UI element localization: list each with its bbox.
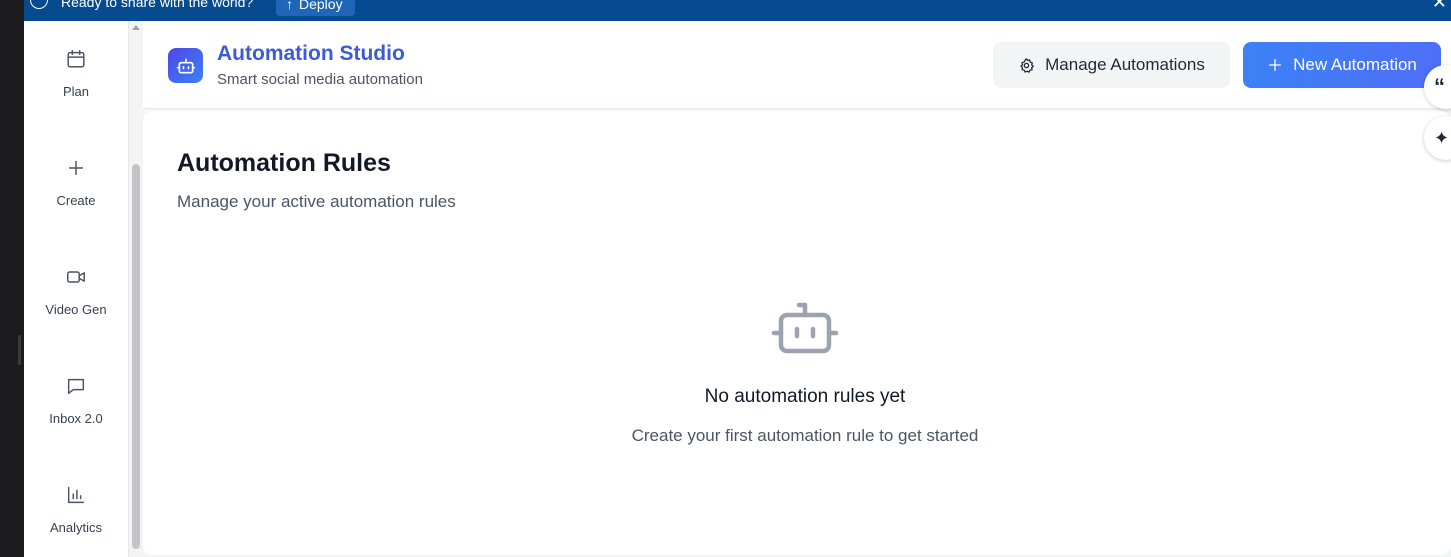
sidebar-item-label: Analytics [49, 520, 103, 535]
sidebar-item-label: Plan [62, 84, 90, 99]
empty-state-title: No automation rules yet [704, 386, 906, 407]
plus-icon [1269, 59, 1282, 71]
app-subtitle: Smart social media automation [217, 71, 423, 88]
scroll-up-arrow-icon[interactable] [132, 25, 140, 30]
automation-rules-card: Automation Rules Manage your active auto… [143, 111, 1451, 555]
new-automation-label: New Automation [1293, 55, 1417, 74]
bar-chart-icon [67, 486, 85, 504]
scrollbar-thumb[interactable] [132, 164, 140, 549]
sidebar-scrollbar[interactable] [128, 21, 143, 557]
deploy-banner: Ready to share with the world? ↑ Deploy … [24, 0, 1451, 21]
info-icon [30, 0, 48, 9]
banner-text: Ready to share with the world? [61, 0, 254, 10]
app-title: Automation Studio [217, 42, 405, 65]
section-title: Automation Rules [177, 149, 391, 177]
quote-icon: “ [1434, 74, 1445, 99]
sidebar-item-inbox[interactable]: Inbox 2.0 [24, 375, 128, 455]
new-automation-button[interactable]: New Automation [1243, 42, 1441, 88]
gear-icon [1020, 57, 1035, 73]
page-header: Automation Studio Smart social media aut… [143, 21, 1451, 109]
sidebar-item-plan[interactable]: Plan [24, 48, 128, 128]
resize-handle[interactable] [18, 335, 21, 365]
close-icon[interactable]: ✕ [1432, 0, 1447, 13]
main-area: Automation Studio Smart social media aut… [143, 21, 1451, 557]
manage-automations-label: Manage Automations [1045, 55, 1205, 74]
sidebar-item-video-gen[interactable]: Video Gen [24, 266, 128, 346]
section-subtitle: Manage your active automation rules [177, 192, 456, 211]
bot-icon [771, 302, 839, 354]
bot-icon [176, 58, 195, 73]
empty-state-subtitle: Create your first automation rule to get… [631, 426, 979, 445]
app-logo [168, 48, 203, 83]
plus-icon [68, 160, 84, 176]
sidebar: Plan Create Video Gen Inbox 2.0 Analytic… [24, 21, 128, 557]
sidebar-item-label: Create [56, 193, 96, 208]
video-icon [67, 271, 85, 283]
sparkle-icon: ✦ [1434, 128, 1450, 148]
sidebar-item-label: Inbox 2.0 [49, 411, 103, 426]
sidebar-item-create[interactable]: Create [24, 157, 128, 237]
sidebar-item-label: Video Gen [45, 302, 107, 317]
deploy-label: Deploy [299, 0, 343, 12]
deploy-button[interactable]: ↑ Deploy [276, 0, 355, 16]
sidebar-item-analytics[interactable]: Analytics [24, 484, 128, 557]
arrow-up-icon: ↑ [286, 0, 293, 12]
manage-automations-button[interactable]: Manage Automations [993, 42, 1230, 88]
left-dark-strip [0, 0, 24, 557]
message-icon [67, 378, 85, 395]
calendar-icon [67, 50, 85, 68]
